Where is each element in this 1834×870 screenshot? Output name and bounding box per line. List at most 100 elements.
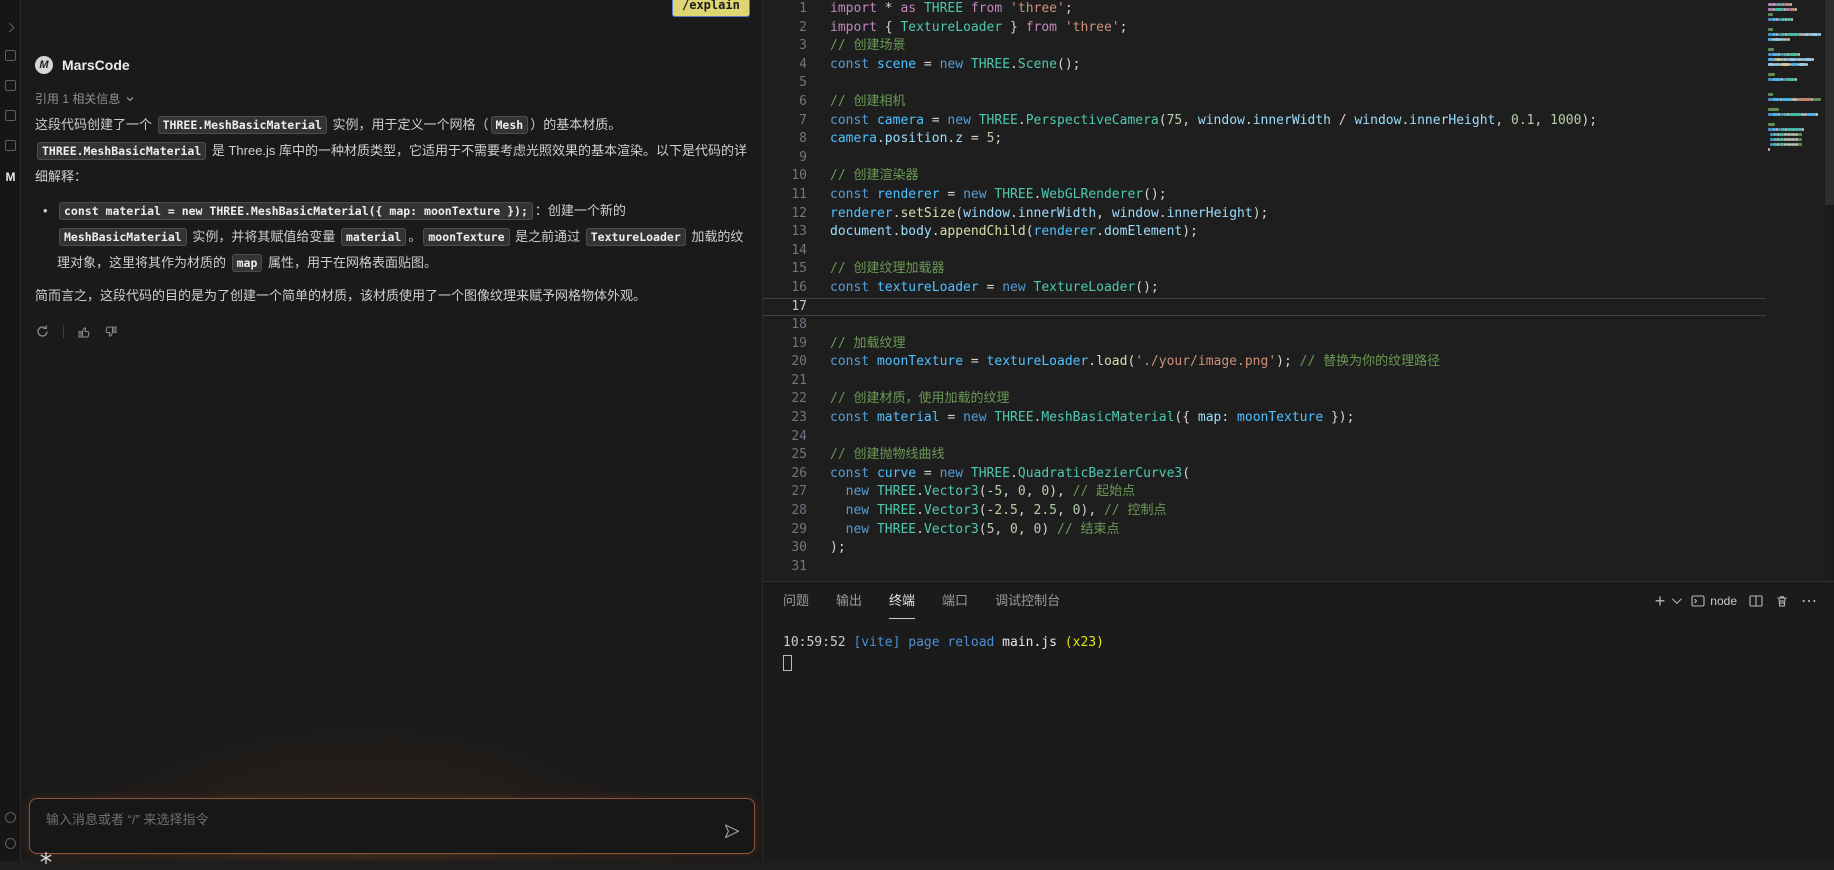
line-number: 18 xyxy=(763,316,807,335)
minimap-line xyxy=(1798,98,1811,101)
code-line-31[interactable]: 31 xyxy=(763,558,1766,577)
panel-tab-terminal[interactable]: 终端 xyxy=(889,582,915,619)
split-terminal-button[interactable] xyxy=(1749,594,1763,608)
editor-scrollbar[interactable] xyxy=(1825,0,1834,581)
code-text: const moonTexture = textureLoader.load('… xyxy=(807,353,1440,372)
line-number: 2 xyxy=(763,19,807,38)
code-line-5[interactable]: 5 xyxy=(763,74,1766,93)
activity-bar: M xyxy=(0,0,21,861)
code-line-24[interactable]: 24 xyxy=(763,428,1766,447)
chat-text: 这段代码创建了一个 xyxy=(35,117,156,132)
chat-input[interactable] xyxy=(46,808,696,830)
panel-tab-problems[interactable]: 问题 xyxy=(783,582,809,619)
code-line-15[interactable]: 15// 创建纹理加载器 xyxy=(763,260,1766,279)
search-icon[interactable] xyxy=(5,80,16,91)
code-line-21[interactable]: 21 xyxy=(763,372,1766,391)
minimap-line xyxy=(1795,78,1797,81)
code-line-25[interactable]: 25// 创建抛物线曲线 xyxy=(763,446,1766,465)
minimap-line xyxy=(1788,38,1790,41)
panel-tab-output[interactable]: 输出 xyxy=(836,582,862,619)
code-line-17[interactable]: 17 xyxy=(763,298,1766,317)
code-line-4[interactable]: 4const scene = new THREE.Scene(); xyxy=(763,56,1766,75)
code-text xyxy=(807,372,830,391)
code-line-12[interactable]: 12renderer.setSize(window.innerWidth, wi… xyxy=(763,205,1766,224)
code-line-3[interactable]: 3// 创建场景 xyxy=(763,37,1766,56)
code-line-7[interactable]: 7const camera = new THREE.PerspectiveCam… xyxy=(763,112,1766,131)
code-line-27[interactable]: 27 new THREE.Vector3(-5, 0, 0), // 起始点 xyxy=(763,483,1766,502)
code-text: document.body.appendChild(renderer.domEl… xyxy=(807,223,1198,242)
line-number: 19 xyxy=(763,335,807,354)
regenerate-button[interactable] xyxy=(35,324,50,339)
code-editor[interactable]: 1import * as THREE from 'three';2import … xyxy=(763,0,1766,581)
code-line-1[interactable]: 1import * as THREE from 'three'; xyxy=(763,0,1766,19)
scrollbar-thumb[interactable] xyxy=(1825,0,1834,205)
minimap-line xyxy=(1768,28,1773,31)
line-number: 3 xyxy=(763,37,807,56)
code-line-11[interactable]: 11const renderer = new THREE.WebGLRender… xyxy=(763,186,1766,205)
line-number: 27 xyxy=(763,483,807,502)
code-text: const scene = new THREE.Scene(); xyxy=(807,56,1081,75)
chat-input-box[interactable] xyxy=(29,798,755,854)
explorer-icon[interactable] xyxy=(5,50,16,61)
thumbs-down-button[interactable] xyxy=(104,325,118,339)
code-line-13[interactable]: 13document.body.appendChild(renderer.dom… xyxy=(763,223,1766,242)
explain-command-button[interactable]: /explain xyxy=(672,0,750,17)
panel-tab-ports[interactable]: 端口 xyxy=(942,582,968,619)
collapse-sidebar-icon[interactable] xyxy=(5,23,15,33)
code-line-23[interactable]: 23const material = new THREE.MeshBasicMa… xyxy=(763,409,1766,428)
chat-text: ）的基本材质。 xyxy=(530,117,621,132)
code-text: // 创建纹理加载器 xyxy=(807,260,944,279)
kill-terminal-button[interactable] xyxy=(1775,594,1789,608)
panel-tabs: 问题输出终端端口调试控制台 xyxy=(783,582,1060,619)
split-pane-icon xyxy=(1749,594,1763,608)
terminal-profile-chevron[interactable] xyxy=(1672,594,1682,604)
chat-paragraph: 这段代码创建了一个 THREE.MeshBasicMaterial 实例，用于定… xyxy=(35,112,753,189)
account-icon[interactable] xyxy=(5,812,16,823)
panel-tab-debug-console[interactable]: 调试控制台 xyxy=(995,582,1060,619)
terminal-icon xyxy=(1691,594,1705,608)
reference-toggle[interactable]: 引用 1 相关信息 xyxy=(35,90,134,107)
settings-gear-icon[interactable] xyxy=(5,838,16,849)
source-control-icon[interactable] xyxy=(5,110,16,121)
code-line-26[interactable]: 26const curve = new THREE.QuadraticBezie… xyxy=(763,465,1766,484)
minimap-line xyxy=(1798,133,1802,136)
minimap-line xyxy=(1815,113,1818,116)
thumbs-up-button[interactable] xyxy=(77,325,91,339)
inline-code-chip: MeshBasicMaterial xyxy=(59,228,187,246)
terminal-session-item[interactable]: node xyxy=(1691,594,1737,608)
send-icon[interactable] xyxy=(724,824,740,844)
marscode-chat-panel: /explain M MarsCode 引用 1 相关信息 这段代码创建了一个 … xyxy=(21,0,763,861)
marscode-activity-icon[interactable]: M xyxy=(6,170,16,184)
log-segment-vite: [vite] xyxy=(853,635,908,650)
code-line-9[interactable]: 9 xyxy=(763,149,1766,168)
minimap-line xyxy=(1768,13,1773,16)
extensions-icon[interactable] xyxy=(5,140,16,151)
code-line-19[interactable]: 19// 加载纹理 xyxy=(763,335,1766,354)
code-line-14[interactable]: 14 xyxy=(763,242,1766,261)
code-line-2[interactable]: 2import { TextureLoader } from 'three'; xyxy=(763,19,1766,38)
line-number: 28 xyxy=(763,502,807,521)
code-text xyxy=(807,74,830,93)
code-line-22[interactable]: 22// 创建材质，使用加载的纹理 xyxy=(763,390,1766,409)
minimap[interactable] xyxy=(1766,0,1825,581)
line-number: 24 xyxy=(763,428,807,447)
more-actions-button[interactable]: ⋯ xyxy=(1801,591,1818,611)
code-line-8[interactable]: 8camera.position.z = 5; xyxy=(763,130,1766,149)
minimap-line xyxy=(1789,53,1798,56)
code-line-16[interactable]: 16const textureLoader = new TextureLoade… xyxy=(763,279,1766,298)
code-line-29[interactable]: 29 new THREE.Vector3(5, 0, 0) // 结束点 xyxy=(763,521,1766,540)
code-line-6[interactable]: 6// 创建相机 xyxy=(763,93,1766,112)
new-terminal-button[interactable]: + xyxy=(1655,592,1666,610)
paper-plane-icon xyxy=(724,824,740,839)
code-line-20[interactable]: 20const moonTexture = textureLoader.load… xyxy=(763,353,1766,372)
activity-bar-top: M xyxy=(0,24,21,184)
code-line-30[interactable]: 30); xyxy=(763,539,1766,558)
minimap-line xyxy=(1804,58,1812,61)
code-line-10[interactable]: 10// 创建渲染器 xyxy=(763,167,1766,186)
chat-text: 简而言之，这段代码的目的是为了创建一个简单的材质，该材质使用了一个图像纹理来赋予… xyxy=(35,288,646,303)
code-line-28[interactable]: 28 new THREE.Vector3(-2.5, 2.5, 0), // 控… xyxy=(763,502,1766,521)
code-line-18[interactable]: 18 xyxy=(763,316,1766,335)
terminal-panel[interactable]: 问题输出终端端口调试控制台 + node xyxy=(763,581,1834,861)
activity-bar-bottom xyxy=(0,812,21,849)
line-number: 15 xyxy=(763,260,807,279)
